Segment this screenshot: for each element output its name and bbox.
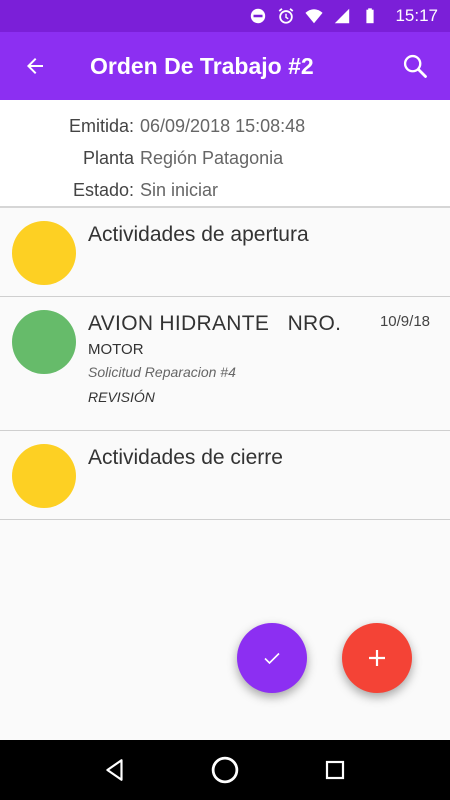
- list-item-title: Actividades de cierre: [88, 446, 283, 469]
- list-item-avion-hidrante[interactable]: AVION HIDRANTE NRO. 10/9/18 MOTOR Solici…: [0, 297, 450, 431]
- battery-icon: [366, 8, 375, 24]
- activity-list: Actividades de apertura AVION HIDRANTE N…: [0, 208, 450, 520]
- info-label: Planta: [82, 147, 134, 168]
- info-value: 06/09/2018 15:08:48: [140, 115, 306, 136]
- complete-button[interactable]: [237, 623, 307, 693]
- list-item-stage: REVISIÓN: [88, 389, 155, 405]
- nav-home-button[interactable]: [205, 750, 245, 790]
- do-not-disturb-icon: [251, 8, 266, 24]
- app-bar: Orden De Trabajo #2: [0, 32, 450, 100]
- signal-icon: [335, 8, 350, 24]
- status-dot: [12, 310, 76, 374]
- status-bar: 15:17: [0, 0, 450, 32]
- search-icon: [403, 54, 427, 78]
- status-dot: [12, 444, 76, 508]
- triangle-back-icon: [106, 759, 123, 781]
- page-title: Orden De Trabajo #2: [90, 52, 314, 79]
- status-time: 15:17: [395, 6, 438, 25]
- list-item-cierre[interactable]: Actividades de cierre: [0, 431, 450, 520]
- list-item-subtitle: MOTOR: [88, 341, 144, 358]
- list-item-apertura[interactable]: Actividades de apertura: [0, 208, 450, 297]
- square-recents-icon: [325, 760, 345, 780]
- info-row-estado: Estado: Sin iniciar: [0, 174, 450, 206]
- info-value: Sin iniciar: [140, 179, 219, 200]
- info-label: Emitida:: [68, 115, 134, 136]
- list-item-title: AVION HIDRANTE NRO.: [88, 312, 342, 335]
- order-info: Emitida: 06/09/2018 15:08:48 Planta Regi…: [0, 100, 450, 208]
- check-icon: [264, 652, 280, 665]
- wifi-icon: [305, 9, 324, 24]
- info-row-planta: Planta Región Patagonia: [0, 142, 450, 174]
- info-row-emitida: Emitida: 06/09/2018 15:08:48: [0, 110, 450, 142]
- circle-home-icon: [211, 756, 239, 784]
- list-item-request: Solicitud Reparacion #4: [88, 364, 236, 380]
- add-button[interactable]: [342, 623, 412, 693]
- arrow-back-icon: [27, 58, 43, 74]
- plus-icon: [369, 650, 385, 666]
- info-value: Región Patagonia: [140, 147, 284, 168]
- list-item-date: 10/9/18: [379, 313, 430, 330]
- search-button[interactable]: [380, 32, 450, 100]
- back-button[interactable]: [0, 32, 70, 100]
- status-dot: [12, 221, 76, 285]
- system-nav-bar: [0, 740, 450, 800]
- nav-back-button[interactable]: [95, 750, 135, 790]
- list-item-title: Actividades de apertura: [88, 223, 309, 246]
- nav-recents-button[interactable]: [315, 750, 355, 790]
- info-label: Estado:: [72, 179, 134, 200]
- alarm-icon: [279, 8, 294, 24]
